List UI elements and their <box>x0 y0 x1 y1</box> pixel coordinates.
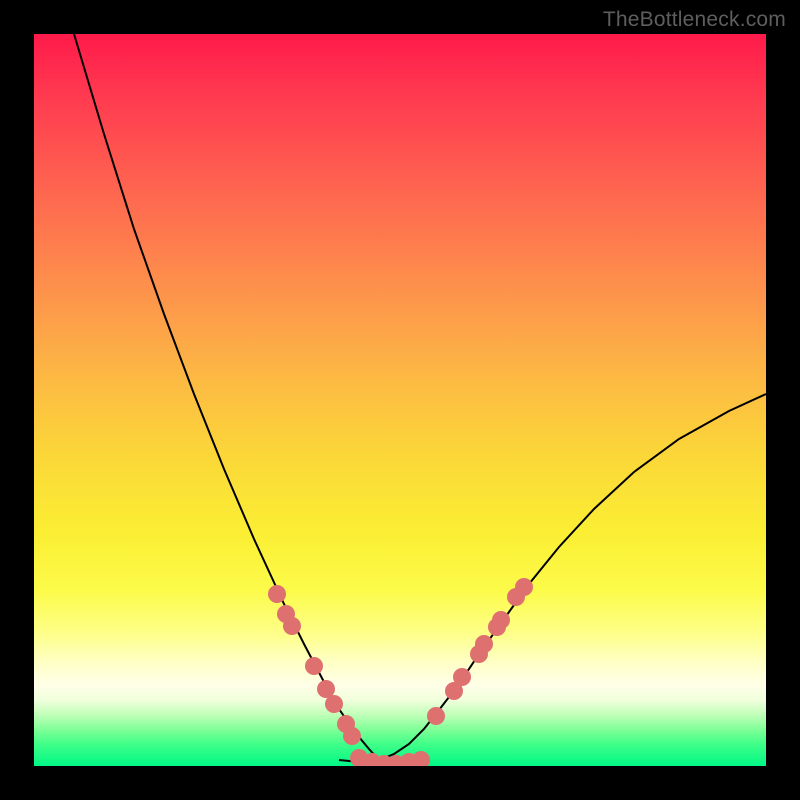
marker-dot <box>515 578 533 596</box>
marker-dot <box>305 657 323 675</box>
marker-dot <box>325 695 343 713</box>
marker-dots-group <box>268 578 533 766</box>
plot-area <box>34 34 766 766</box>
marker-dot <box>268 585 286 603</box>
marker-dot <box>412 751 430 766</box>
chart-container: TheBottleneck.com <box>0 0 800 800</box>
curve-right-branch <box>379 394 766 760</box>
marker-dot <box>453 668 471 686</box>
marker-dot <box>475 635 493 653</box>
curve-left-branch <box>74 34 379 760</box>
marker-dot <box>283 617 301 635</box>
marker-dot <box>427 707 445 725</box>
curve-svg <box>34 34 766 766</box>
watermark-text: TheBottleneck.com <box>603 8 786 32</box>
marker-dot <box>343 727 361 745</box>
marker-dot <box>492 611 510 629</box>
curve-group <box>74 34 766 763</box>
